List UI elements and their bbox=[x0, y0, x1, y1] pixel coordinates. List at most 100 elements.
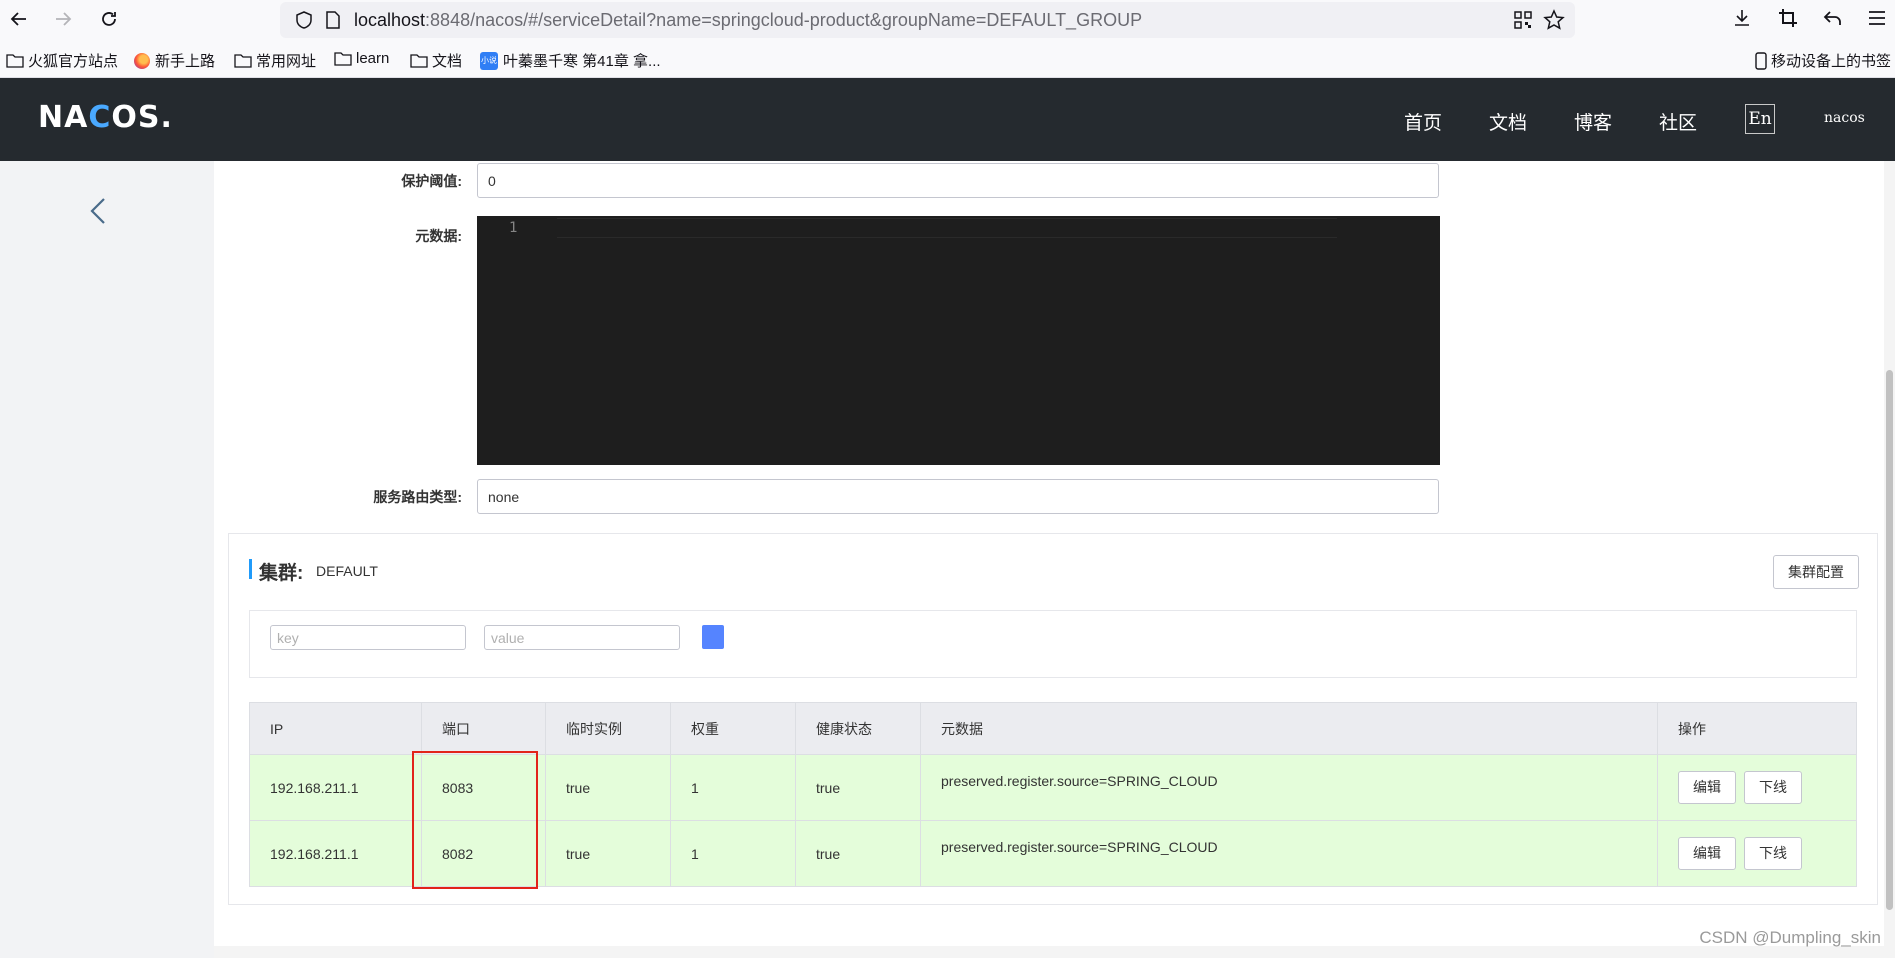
cell-metadata: preserved.register.source=SPRING_CLOUD bbox=[920, 754, 1658, 821]
table-header-row: IP 端口 临时实例 权重 健康状态 元数据 操作 bbox=[249, 702, 1857, 755]
bookmark-star-icon[interactable] bbox=[1543, 9, 1565, 36]
cell-ip: 192.168.211.1 bbox=[249, 820, 422, 887]
nav-blog[interactable]: 博客 bbox=[1574, 108, 1612, 135]
cell-metadata: preserved.register.source=SPRING_CLOUD bbox=[920, 820, 1658, 887]
cell-ephemeral: true bbox=[545, 820, 671, 887]
instance-table: IP 端口 临时实例 权重 健康状态 元数据 操作 192.168.211.1 … bbox=[249, 702, 1857, 887]
bookmark-item[interactable]: learn bbox=[334, 50, 389, 67]
nacos-logo[interactable]: NACOS. bbox=[38, 100, 173, 135]
folder-icon bbox=[6, 53, 24, 68]
back-arrow-icon[interactable] bbox=[6, 6, 32, 32]
protect-threshold-label: 保护阈值: bbox=[401, 173, 462, 189]
download-icon[interactable] bbox=[1731, 7, 1753, 34]
qr-code-icon[interactable] bbox=[1513, 10, 1533, 35]
column-header-ephemeral: 临时实例 bbox=[545, 702, 671, 755]
url-host: localhost bbox=[354, 10, 426, 30]
firefox-icon bbox=[134, 52, 150, 69]
column-header-metadata: 元数据 bbox=[920, 702, 1658, 755]
metadata-label: 元数据: bbox=[415, 228, 462, 244]
cluster-name: DEFAULT bbox=[316, 563, 378, 579]
bookmark-label: 叶蓁墨千寒 第41章 拿... bbox=[503, 53, 661, 70]
browser-toolbar: localhost:8848/nacos/#/serviceDetail?nam… bbox=[0, 0, 1895, 40]
nav-community[interactable]: 社区 bbox=[1659, 108, 1697, 135]
selector-type-label: 服务路由类型: bbox=[373, 489, 462, 505]
offline-button[interactable]: 下线 bbox=[1744, 837, 1802, 870]
cell-ephemeral: true bbox=[545, 754, 671, 821]
nav-home[interactable]: 首页 bbox=[1404, 108, 1442, 135]
cell-actions: 编辑 下线 bbox=[1657, 820, 1857, 887]
cluster-config-button[interactable]: 集群配置 bbox=[1773, 555, 1859, 589]
forward-arrow-icon[interactable] bbox=[50, 6, 76, 32]
bookmark-label: 常用网址 bbox=[256, 53, 317, 70]
cell-actions: 编辑 下线 bbox=[1657, 754, 1857, 821]
column-header-healthy: 健康状态 bbox=[795, 702, 921, 755]
edit-button[interactable]: 编辑 bbox=[1678, 771, 1736, 804]
url-bar[interactable]: localhost:8848/nacos/#/serviceDetail?nam… bbox=[280, 2, 1575, 38]
filter-value-input[interactable]: value bbox=[484, 625, 680, 650]
folder-icon bbox=[234, 53, 252, 68]
horizontal-scrollbar[interactable] bbox=[214, 946, 1884, 958]
bookmark-item[interactable]: 文档 bbox=[410, 50, 462, 71]
nav-docs[interactable]: 文档 bbox=[1489, 108, 1527, 135]
chevron-left-icon[interactable] bbox=[88, 196, 108, 231]
menu-icon[interactable] bbox=[1866, 7, 1888, 34]
current-line bbox=[557, 218, 1337, 238]
logo-part: OS. bbox=[111, 100, 173, 135]
cell-port: 8082 bbox=[421, 820, 546, 887]
watermark: CSDN @Dumpling_skin bbox=[1699, 928, 1881, 947]
cluster-panel: 集群: DEFAULT 集群配置 key value IP 端口 临时实例 权重… bbox=[228, 533, 1878, 905]
bookmark-label: 新手上路 bbox=[155, 53, 216, 70]
mobile-bookmarks[interactable]: 移动设备上的书签 bbox=[1755, 50, 1891, 71]
folder-icon bbox=[334, 51, 352, 66]
mobile-bookmarks-label: 移动设备上的书签 bbox=[1771, 53, 1892, 70]
offline-button[interactable]: 下线 bbox=[1744, 771, 1802, 804]
bookmark-item[interactable]: 常用网址 bbox=[234, 50, 316, 71]
column-header-actions: 操作 bbox=[1657, 702, 1857, 755]
crop-icon[interactable] bbox=[1777, 7, 1799, 34]
bookmark-label: learn bbox=[356, 50, 390, 67]
table-row: 192.168.211.1 8083 true 1 true preserved… bbox=[249, 754, 1857, 821]
language-switch-button[interactable]: En bbox=[1745, 104, 1775, 134]
bookmarks-bar: 火狐官方站点 新手上路 常用网址 learn 文档 小说 叶蓁墨千寒 第41章 … bbox=[0, 40, 1895, 78]
cluster-title: 集群: bbox=[259, 563, 304, 584]
cell-healthy: true bbox=[795, 820, 921, 887]
cell-weight: 1 bbox=[670, 820, 796, 887]
cell-healthy: true bbox=[795, 754, 921, 821]
metadata-filter: key value bbox=[249, 610, 1857, 678]
reload-icon[interactable] bbox=[96, 6, 122, 32]
left-panel bbox=[0, 161, 214, 958]
logo-part: NA bbox=[38, 100, 89, 135]
protect-threshold-input[interactable]: 0 bbox=[477, 163, 1439, 198]
selector-type-input[interactable]: none bbox=[477, 479, 1439, 514]
accent-bar bbox=[249, 559, 252, 579]
metadata-editor[interactable]: 1 bbox=[477, 216, 1440, 465]
url-path: :8848/nacos/#/serviceDetail?name=springc… bbox=[425, 10, 1143, 30]
user-name[interactable]: nacos bbox=[1824, 110, 1865, 126]
cell-weight: 1 bbox=[670, 754, 796, 821]
cell-port: 8083 bbox=[421, 754, 546, 821]
folder-icon bbox=[410, 53, 428, 68]
table-row: 192.168.211.1 8082 true 1 true preserved… bbox=[249, 820, 1857, 887]
filter-key-input[interactable]: key bbox=[270, 625, 466, 650]
scrollbar-thumb[interactable] bbox=[1886, 370, 1893, 910]
column-header-port: 端口 bbox=[421, 702, 546, 755]
bookmark-label: 火狐官方站点 bbox=[28, 53, 119, 70]
column-header-ip: IP bbox=[249, 702, 422, 755]
add-filter-button[interactable] bbox=[702, 625, 724, 649]
service-detail-main: 保护阈值: 0 元数据: 1 服务路由类型: none 集群: DEFAULT … bbox=[214, 161, 1884, 941]
undo-arrow-icon[interactable] bbox=[1822, 7, 1844, 34]
edit-button[interactable]: 编辑 bbox=[1678, 837, 1736, 870]
page-icon bbox=[324, 10, 342, 35]
bookmark-item[interactable]: 小说 叶蓁墨千寒 第41章 拿... bbox=[480, 50, 661, 71]
app-header: NACOS. 首页 文档 博客 社区 En nacos bbox=[0, 78, 1895, 161]
mobile-device-icon bbox=[1755, 51, 1767, 70]
column-header-weight: 权重 bbox=[670, 702, 796, 755]
bookmark-label: 文档 bbox=[432, 53, 463, 70]
logo-part: C bbox=[88, 100, 112, 135]
novel-site-icon: 小说 bbox=[480, 51, 498, 70]
bookmark-item[interactable]: 新手上路 bbox=[134, 50, 215, 71]
shield-icon bbox=[294, 10, 314, 35]
cell-ip: 192.168.211.1 bbox=[249, 754, 422, 821]
url-text[interactable]: localhost:8848/nacos/#/serviceDetail?nam… bbox=[354, 10, 1142, 31]
bookmark-item[interactable]: 火狐官方站点 bbox=[6, 50, 118, 71]
